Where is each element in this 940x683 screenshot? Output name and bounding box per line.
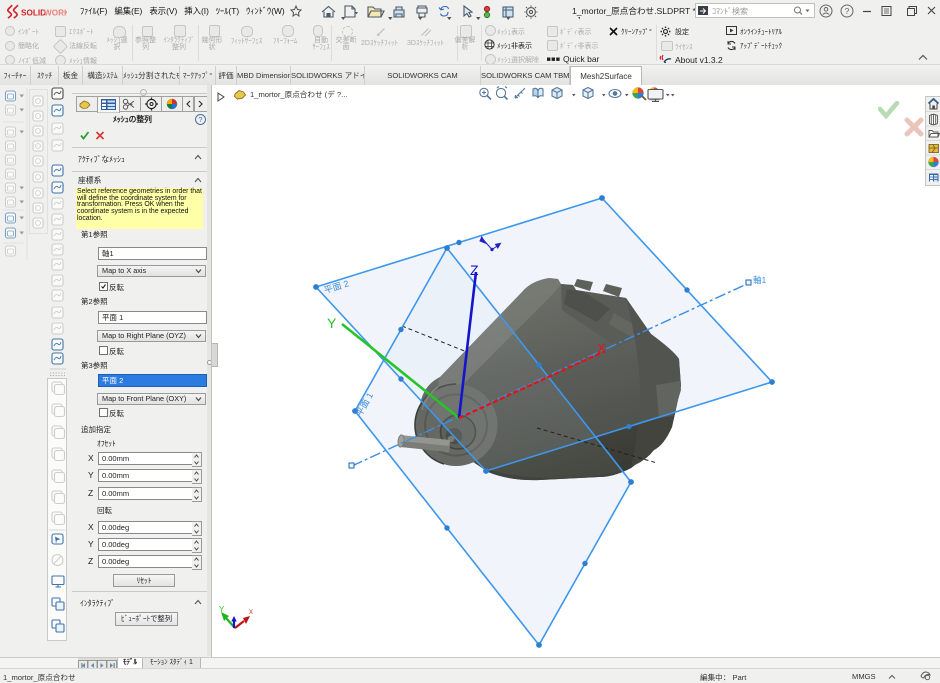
svg-text:Z: Z: [470, 262, 479, 278]
svg-text:?: ?: [845, 6, 850, 16]
svg-text:WORKS: WORKS: [44, 9, 67, 18]
svg-text:x: x: [249, 607, 253, 616]
svg-text:SOLID: SOLID: [21, 9, 46, 18]
svg-text:Y: Y: [327, 315, 337, 331]
svg-text:X: X: [597, 341, 606, 356]
svg-text:軸1: 軸1: [753, 275, 767, 285]
svg-text:Y: Y: [219, 605, 225, 614]
